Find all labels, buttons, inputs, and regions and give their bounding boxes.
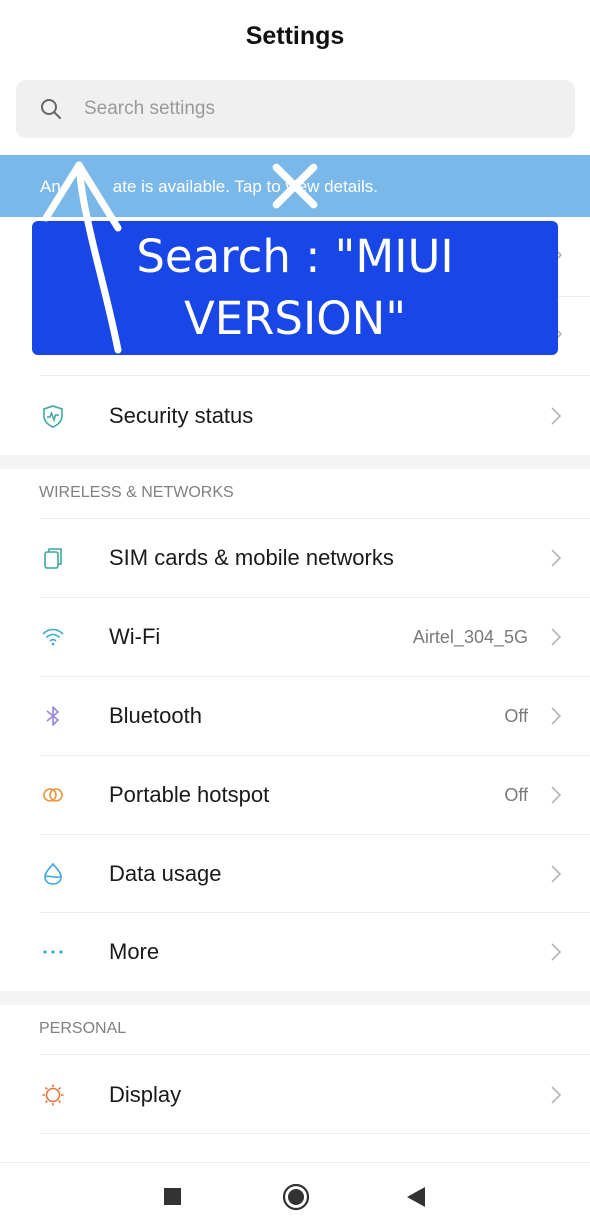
settings-item-security-status[interactable]: Security status: [0, 377, 590, 455]
section-header-personal: PERSONAL: [39, 1020, 127, 1037]
settings-item-portable-hotspot[interactable]: Portable hotspot Off: [0, 756, 590, 834]
settings-item-sim-cards[interactable]: SIM cards & mobile networks: [0, 519, 590, 597]
search-input[interactable]: [84, 94, 544, 124]
chevron-right-icon: [551, 407, 562, 425]
settings-item-label: Bluetooth: [109, 703, 202, 728]
settings-item-label: SIM cards & mobile networks: [109, 545, 394, 570]
wifi-icon: [42, 628, 64, 646]
annotation-callout: Search : "MIUI VERSION": [32, 221, 558, 355]
settings-item-label: Security status: [109, 403, 254, 428]
data-usage-icon: [44, 862, 62, 885]
settings-item-data-usage[interactable]: Data usage: [0, 835, 590, 913]
wifi-network-name: Airtel_304_5G: [412, 627, 528, 647]
settings-screen: Settings Anate is available. Tap to view…: [0, 0, 590, 1232]
page-title: Settings: [245, 22, 345, 50]
divider: [39, 1054, 590, 1055]
back-icon[interactable]: [406, 1186, 426, 1208]
search-bar[interactable]: [16, 80, 575, 138]
chevron-right-icon: [551, 628, 562, 646]
settings-item-label: Wi-Fi: [109, 624, 161, 649]
shield-icon: [43, 405, 63, 428]
settings-item-label: Portable hotspot: [109, 782, 270, 807]
settings-item-label: Display: [109, 1082, 182, 1107]
chevron-right-icon: [551, 786, 562, 804]
divider: [39, 375, 590, 376]
settings-item-label: Data usage: [109, 861, 222, 886]
search-icon: [41, 99, 61, 119]
system-navigation-bar: [0, 1162, 590, 1232]
chevron-right-icon: [551, 943, 562, 961]
chevron-right-icon: [551, 549, 562, 567]
section-gap: [0, 991, 590, 1005]
settings-item-bluetooth[interactable]: Bluetooth Off: [0, 677, 590, 755]
sim-icon: [44, 548, 62, 569]
home-icon[interactable]: [282, 1183, 310, 1211]
chevron-right-icon: [551, 865, 562, 883]
settings-item-wifi[interactable]: Wi-Fi Airtel_304_5G: [0, 598, 590, 676]
section-gap: [0, 455, 590, 469]
chevron-right-icon: [551, 1086, 562, 1104]
settings-item-display[interactable]: Display: [0, 1056, 590, 1134]
divider: [39, 1133, 590, 1134]
display-icon: [42, 1084, 64, 1106]
chevron-right-icon: [551, 707, 562, 725]
close-icon[interactable]: [0, 155, 590, 217]
more-icon: [43, 950, 63, 954]
settings-item-label: More: [109, 939, 160, 964]
bluetooth-icon: [46, 706, 59, 726]
recents-icon[interactable]: [163, 1187, 182, 1206]
bluetooth-status: Off: [504, 706, 528, 726]
section-header-wireless: WIRELESS & NETWORKS: [39, 484, 234, 501]
annotation-text: Search : "MIUI VERSION": [136, 230, 454, 345]
hotspot-icon: [43, 788, 63, 802]
hotspot-status: Off: [504, 785, 528, 805]
settings-item-more[interactable]: More: [0, 913, 590, 991]
